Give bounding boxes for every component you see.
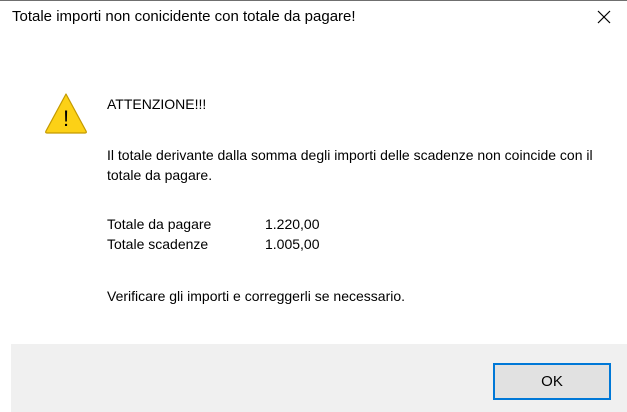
warning-glyph: ! bbox=[63, 106, 69, 131]
message-dialog: Totale importi non conicidente con total… bbox=[0, 0, 627, 412]
warning-icon: ! bbox=[45, 93, 87, 134]
title-bar[interactable]: Totale importi non conicidente con total… bbox=[0, 1, 627, 33]
summary-label: Totale da pagare bbox=[107, 216, 212, 232]
summary-label: Totale scadenze bbox=[107, 236, 209, 252]
close-button[interactable] bbox=[581, 1, 627, 33]
window-title: Totale importi non conicidente con total… bbox=[12, 8, 356, 25]
summary-value: 1.005,00 bbox=[265, 236, 320, 252]
ok-button[interactable]: OK bbox=[493, 363, 611, 400]
verify-note: Verificare gli importi e correggerli se … bbox=[107, 288, 406, 304]
ok-button-label: OK bbox=[541, 373, 563, 390]
close-icon bbox=[597, 10, 611, 24]
message-heading: ATTENZIONE!!! bbox=[107, 96, 207, 112]
message-body: Il totale derivante dalla somma degli im… bbox=[107, 147, 593, 183]
summary-value: 1.220,00 bbox=[265, 216, 320, 232]
button-bar: OK bbox=[11, 344, 627, 412]
